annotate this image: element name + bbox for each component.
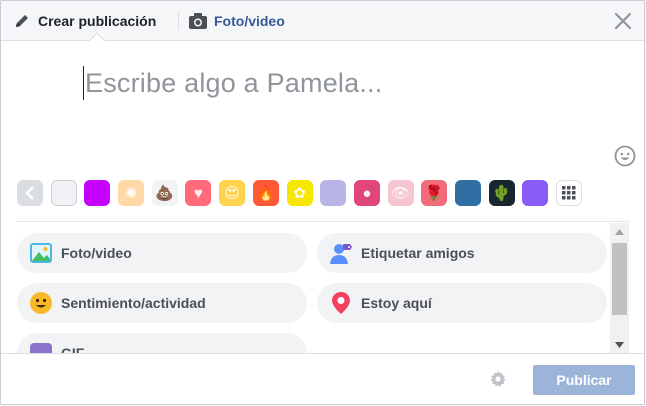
option-photo-video[interactable]: Foto/video	[17, 233, 307, 273]
option-tag-friends[interactable]: Etiquetar amigos	[317, 233, 607, 273]
grid-icon	[562, 186, 576, 200]
feeling-icon	[29, 291, 53, 315]
scroll-up-arrow-icon[interactable]	[610, 223, 629, 240]
chevron-left-icon	[25, 186, 34, 200]
eye-icon: 👁	[391, 185, 411, 202]
section-divider	[17, 221, 629, 222]
heart-icon: ♥	[193, 184, 203, 202]
swatch-violet-rays[interactable]	[522, 180, 549, 206]
swatch-rose[interactable]: 🌹	[421, 180, 448, 206]
swatch-eye[interactable]: 👁	[387, 180, 414, 206]
close-icon[interactable]	[614, 12, 632, 30]
composer-header: Crear publicación Foto/video	[1, 1, 644, 50]
more-backgrounds-button[interactable]	[556, 180, 582, 206]
option-check-in[interactable]: Estoy aquí	[317, 283, 607, 323]
post-placeholder: Escribe algo a Pamela...	[85, 67, 383, 98]
tab-photo-label: Foto/video	[214, 13, 285, 29]
tab-create-post[interactable]: Crear publicación	[13, 1, 156, 41]
text-caret	[83, 66, 84, 100]
option-gif[interactable]: GIF	[17, 333, 307, 353]
scroll-down-arrow-icon[interactable]	[610, 336, 629, 353]
swatches-prev-button[interactable]	[17, 180, 43, 206]
post-options-list: Foto/video Etiquetar amigos Sentimiento/…	[17, 223, 609, 353]
leaf-icon: ✺	[124, 185, 138, 202]
tag-friends-icon	[329, 241, 353, 265]
location-pin-icon	[329, 291, 353, 315]
pencil-icon	[16, 15, 28, 27]
swatch-heart[interactable]: ♥	[185, 180, 212, 206]
swatch-cactus[interactable]: 🌵	[488, 180, 515, 206]
gear-icon[interactable]	[490, 371, 506, 387]
camera-icon	[189, 13, 207, 29]
photo-video-icon	[29, 241, 53, 265]
swatch-white[interactable]	[50, 180, 77, 206]
option-feeling-activity[interactable]: Sentimiento/actividad	[17, 283, 307, 323]
swatch-lavender[interactable]	[320, 180, 347, 206]
swatch-purple[interactable]	[84, 180, 111, 206]
gif-icon	[29, 341, 53, 353]
scrollbar-thumb[interactable]	[612, 243, 627, 315]
fire-icon: 🔥	[256, 185, 276, 202]
yellow-figure-icon: ✿	[293, 185, 306, 202]
swatch-blue-wave[interactable]	[454, 180, 481, 206]
swatch-yellow-figure[interactable]: ✿	[286, 180, 313, 206]
orange-fruit-icon: ●	[362, 184, 372, 202]
composer-footer: Publicar	[1, 353, 644, 404]
background-swatches: ✺ 💩 ♥ 😍 🔥 ✿ ● 👁 🌹 🌵	[17, 180, 590, 206]
option-label: Estoy aquí	[361, 295, 432, 311]
heart-eyes-icon: 😍	[224, 185, 240, 202]
cactus-icon: 🌵	[492, 185, 511, 202]
swatch-poop[interactable]: 💩	[151, 180, 178, 206]
rose-icon: 🌹	[424, 185, 444, 202]
post-text-input[interactable]: Escribe algo a Pamela...	[83, 65, 382, 101]
option-label: Etiquetar amigos	[361, 245, 475, 261]
header-divider	[178, 12, 179, 30]
options-scrollbar[interactable]	[610, 223, 629, 353]
option-label: Foto/video	[61, 245, 132, 261]
tab-create-label: Crear publicación	[38, 13, 157, 29]
poop-icon: 💩	[155, 185, 175, 202]
post-composer: Crear publicación Foto/video Escribe alg…	[0, 0, 645, 405]
publish-button[interactable]: Publicar	[533, 365, 635, 395]
option-label: GIF	[61, 345, 85, 353]
swatch-orange-fruit[interactable]: ●	[353, 180, 380, 206]
emoji-icon[interactable]	[614, 145, 636, 167]
swatch-leaf[interactable]: ✺	[118, 180, 145, 206]
tab-photo-video[interactable]: Foto/video	[189, 1, 285, 41]
swatch-fire[interactable]: 🔥	[252, 180, 279, 206]
swatch-heart-eyes[interactable]: 😍	[219, 180, 246, 206]
option-label: Sentimiento/actividad	[61, 295, 206, 311]
